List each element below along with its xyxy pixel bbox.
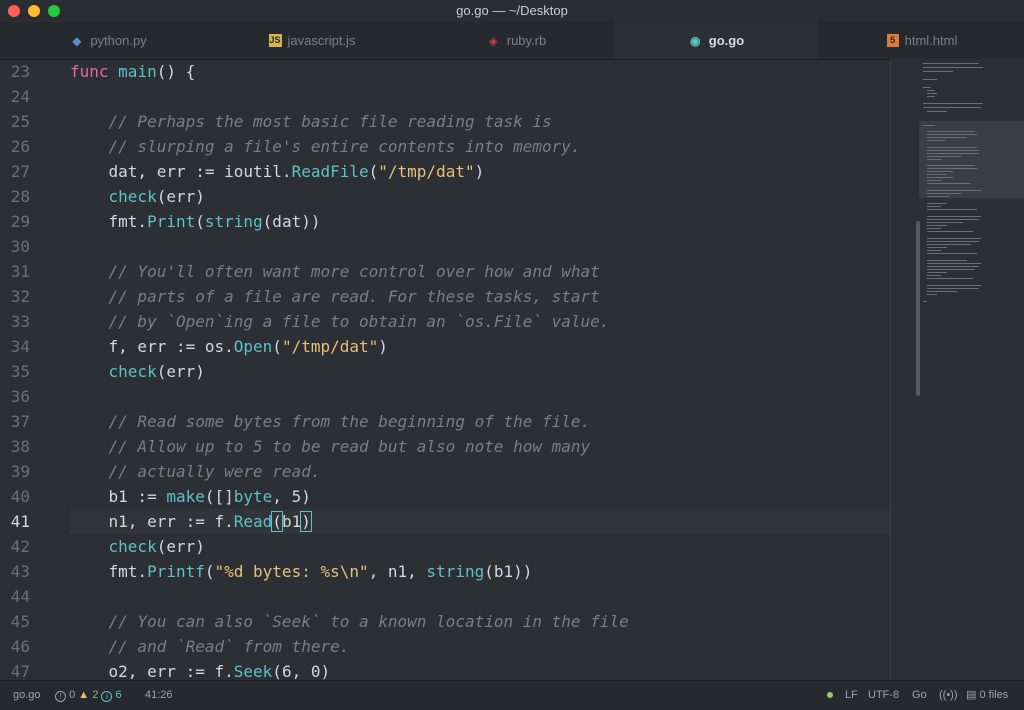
warning-icon: ▲ — [78, 689, 90, 701]
line-number: 23 — [10, 62, 30, 81]
tab-html[interactable]: 5 html.html — [820, 22, 1024, 59]
code-editor[interactable]: 23 24 25 26 27 28 29 30 31 32 33 34 35 3… — [0, 59, 890, 680]
cursor-position[interactable]: 41:26 — [145, 681, 173, 710]
code-line[interactable]: // parts of a file are read. For these t… — [70, 284, 890, 309]
git-status-dot-icon — [827, 681, 833, 710]
line-number: 25 — [10, 112, 30, 131]
line-number: 30 — [10, 237, 30, 256]
file-icon: ▤ — [966, 689, 977, 701]
code-line[interactable]: dat, err := ioutil.ReadFile("/tmp/dat") — [70, 159, 890, 184]
maximize-window-button[interactable] — [48, 5, 60, 17]
code-line[interactable]: // actually were read. — [70, 459, 890, 484]
line-number: 37 — [10, 412, 30, 431]
tab-label: javascript.js — [287, 33, 356, 48]
info-count: 6 — [115, 689, 122, 701]
encoding-selector[interactable]: UTF-8 — [868, 681, 899, 710]
code-line[interactable]: o2, err := f.Seek(6, 0) — [70, 659, 890, 680]
line-number: 26 — [10, 137, 30, 156]
line-number-gutter: 23 24 25 26 27 28 29 30 31 32 33 34 35 3… — [0, 59, 52, 680]
vertical-scrollbar[interactable] — [916, 221, 920, 396]
tab-javascript[interactable]: JS javascript.js — [210, 22, 414, 59]
code-line[interactable] — [70, 584, 890, 609]
tab-python[interactable]: ◆ python.py — [6, 22, 210, 59]
code-line[interactable]: check(err) — [70, 359, 890, 384]
status-file-name[interactable]: go.go — [13, 681, 41, 710]
code-line[interactable]: // Perhaps the most basic file reading t… — [70, 109, 890, 134]
broadcast-icon[interactable]: ((•)) — [939, 681, 958, 710]
tab-label: ruby.rb — [506, 33, 547, 48]
line-number-current: 41 — [10, 512, 30, 531]
line-number: 39 — [10, 462, 30, 481]
go-icon: ◉ — [690, 33, 701, 48]
code-line[interactable]: // by `Open`ing a file to obtain an `os.… — [70, 309, 890, 334]
line-number: 27 — [10, 162, 30, 181]
tab-ruby[interactable]: ◈ ruby.rb — [414, 22, 618, 59]
line-number: 36 — [10, 387, 30, 406]
window-title: go.go — ~/Desktop — [456, 3, 568, 18]
code-line[interactable]: // slurping a file's entire contents int… — [70, 134, 890, 159]
line-number: 24 — [10, 87, 30, 106]
line-number: 46 — [10, 637, 30, 656]
tab-label: python.py — [90, 33, 147, 48]
code-line[interactable]: b1 := make([]byte, 5) — [70, 484, 890, 509]
python-icon: ◆ — [72, 33, 82, 48]
code-line[interactable]: f, err := os.Open("/tmp/dat") — [70, 334, 890, 359]
line-number: 35 — [10, 362, 30, 381]
grammar-selector[interactable]: Go — [912, 681, 927, 710]
line-number: 28 — [10, 187, 30, 206]
javascript-icon: JS — [268, 34, 282, 47]
warning-count: 2 — [92, 689, 99, 701]
code-line[interactable]: fmt.Print(string(dat)) — [70, 209, 890, 234]
error-icon: ! — [55, 691, 66, 702]
error-count: 0 — [69, 689, 76, 701]
status-bar: go.go ! 0 ▲ 2 i 6 41:26 LF UTF-8 Go ((•)… — [0, 680, 1024, 710]
code-line[interactable]: check(err) — [70, 184, 890, 209]
line-number: 47 — [10, 662, 30, 680]
code-line-current[interactable]: n1, err := f.Read(b1) — [70, 509, 890, 534]
line-ending-selector[interactable]: LF — [845, 681, 858, 710]
files-count: 0 files — [979, 689, 1009, 701]
code-line[interactable] — [70, 234, 890, 259]
tab-go[interactable]: ◉ go.go — [614, 22, 818, 59]
line-number: 32 — [10, 287, 30, 306]
minimize-window-button[interactable] — [28, 5, 40, 17]
line-number: 33 — [10, 312, 30, 331]
code-line[interactable]: // You can also `Seek` to a known locati… — [70, 609, 890, 634]
line-number: 29 — [10, 212, 30, 231]
code-line[interactable]: // Read some bytes from the beginning of… — [70, 409, 890, 434]
line-number: 31 — [10, 262, 30, 281]
code-line[interactable] — [70, 84, 890, 109]
code-line[interactable]: // You'll often want more control over h… — [70, 259, 890, 284]
line-number: 45 — [10, 612, 30, 631]
code-line[interactable]: // Allow up to 5 to be read but also not… — [70, 434, 890, 459]
code-content[interactable]: func main() { // Perhaps the most basic … — [70, 59, 890, 680]
line-number: 42 — [10, 537, 30, 556]
code-line[interactable]: fmt.Printf("%d bytes: %s\n", n1, string(… — [70, 559, 890, 584]
github-files-button[interactable]: ▤ 0 files — [966, 681, 1008, 710]
line-number: 40 — [10, 487, 30, 506]
tab-label: go.go — [708, 33, 745, 48]
close-window-button[interactable] — [8, 5, 20, 17]
status-diagnostics[interactable]: ! 0 ▲ 2 i 6 — [55, 681, 122, 710]
html5-icon: 5 — [886, 34, 899, 47]
line-number: 43 — [10, 562, 30, 581]
ruby-icon: ◈ — [488, 33, 498, 48]
title-bar: go.go — ~/Desktop — [0, 0, 1024, 22]
line-number: 44 — [10, 587, 30, 606]
line-number: 38 — [10, 437, 30, 456]
code-line[interactable] — [70, 384, 890, 409]
line-number: 34 — [10, 337, 30, 356]
tab-bar: ◆ python.py JS javascript.js ◈ ruby.rb ◉… — [0, 22, 1024, 60]
tab-label: html.html — [904, 33, 958, 48]
minimap[interactable] — [890, 59, 1024, 680]
code-line[interactable]: // and `Read` from there. — [70, 634, 890, 659]
code-line[interactable]: func main() { — [70, 59, 890, 84]
info-icon: i — [101, 691, 113, 702]
code-line[interactable]: check(err) — [70, 534, 890, 559]
